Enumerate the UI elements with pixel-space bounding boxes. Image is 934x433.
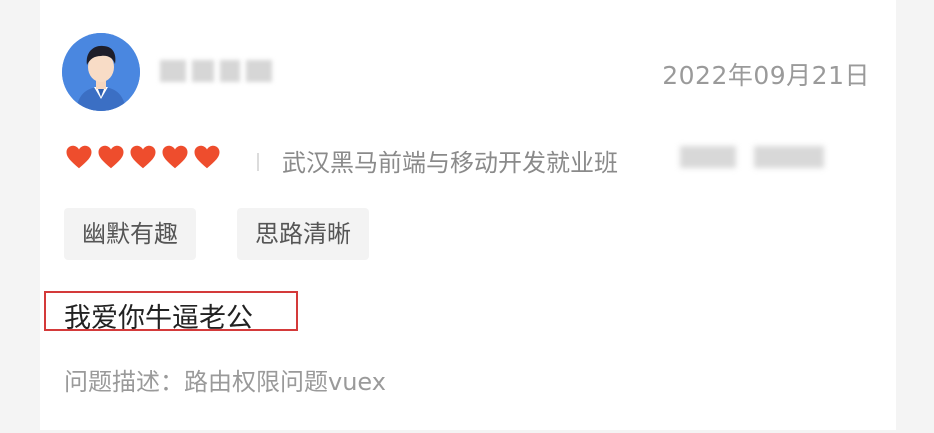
heart-icon <box>98 145 124 169</box>
redaction-block <box>192 60 214 82</box>
heart-icon <box>162 145 188 169</box>
review-date: 2022年09月21日 <box>662 61 870 90</box>
username-redacted <box>160 56 272 86</box>
heart-icon <box>66 145 92 169</box>
redaction-block <box>220 60 240 82</box>
review-card: 2022年09月21日 武汉黑马前端与移动开发就业班 幽默有趣 思路清晰 我爱你… <box>40 0 896 430</box>
question-description: 问题描述：路由权限问题vuex <box>64 368 386 396</box>
review-comment: 我爱你牛逼老公 <box>64 303 253 334</box>
course-name: 武汉黑马前端与移动开发就业班 <box>282 149 618 177</box>
course-redacted <box>680 146 824 168</box>
user-avatar-icon <box>62 33 140 111</box>
tag-chip: 幽默有趣 <box>64 208 196 260</box>
divider <box>257 153 259 171</box>
redaction-block <box>754 146 824 168</box>
tag-chip: 思路清晰 <box>237 208 369 260</box>
redaction-block <box>680 146 736 168</box>
heart-icon <box>130 145 156 169</box>
heart-icon <box>194 145 220 169</box>
redaction-block <box>160 60 186 82</box>
redaction-block <box>246 60 272 82</box>
avatar[interactable] <box>62 33 140 111</box>
rating-hearts <box>64 142 222 172</box>
